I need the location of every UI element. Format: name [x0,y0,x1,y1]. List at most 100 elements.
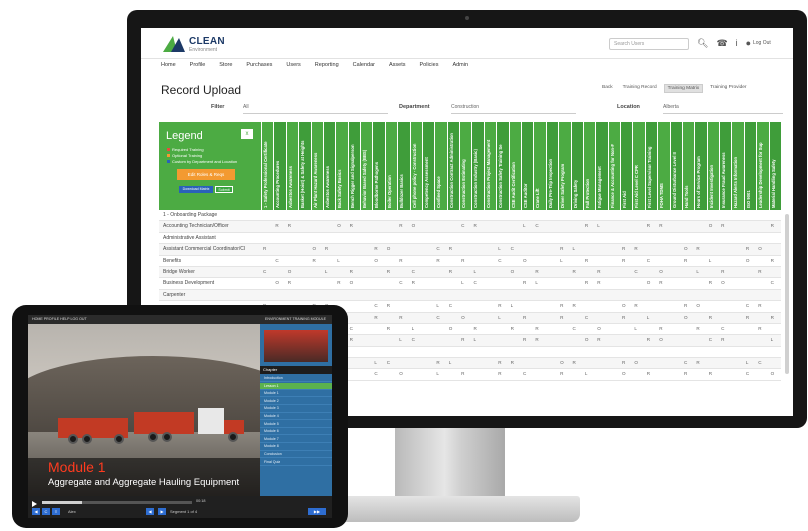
matrix-cell-mark[interactable]: O [634,360,638,365]
transcript-icon[interactable]: ≡ [52,508,60,515]
matrix-cell-mark[interactable]: O [647,280,651,285]
nav-item-assets[interactable]: Assets [389,62,406,68]
course-column-header[interactable]: Construction Industry (Basic) [471,122,484,210]
nav-item-admin[interactable]: Admin [452,62,468,68]
course-column-header[interactable]: Bloodborne Pathogens [372,122,385,210]
matrix-cell-mark[interactable]: L [449,360,452,365]
search-icon[interactable]: 🔍︎ [697,38,708,49]
matrix-cell-mark[interactable]: O [684,246,688,251]
matrix-cell-mark[interactable]: R [560,371,563,376]
course-column-header[interactable]: Behavior Based Safety (BBS) [360,122,373,210]
matrix-cell-mark[interactable]: L [473,269,476,274]
course-column-header[interactable]: First Aid Level C CPR [632,122,645,210]
chapter-item[interactable]: Final Quiz [260,459,332,466]
course-column-header[interactable]: Driver Safety Program [558,122,571,210]
matrix-cell-mark[interactable]: R [535,337,538,342]
matrix-cell-mark[interactable]: R [374,315,377,320]
matrix-cell-mark[interactable]: R [721,337,724,342]
matrix-cell-mark[interactable]: L [634,326,637,331]
matrix-cell-mark[interactable]: O [374,258,378,263]
search-input[interactable]: Search Users [609,38,689,50]
matrix-cell-mark[interactable]: R [350,337,353,342]
chapter-item[interactable]: Module 1 [260,390,332,398]
role-label[interactable]: 1 - Onboarding Package [163,212,261,218]
matrix-cell-mark[interactable]: R [523,315,526,320]
course-column-header[interactable]: Fall Protection [582,122,596,210]
matrix-cell-mark[interactable]: R [758,326,761,331]
course-column-header[interactable]: CSE Audit Certification [508,122,521,210]
matrix-cell-mark[interactable]: R [647,337,650,342]
progress-bar[interactable] [42,501,192,504]
matrix-cell-mark[interactable]: O [659,337,663,342]
nav-item-calendar[interactable]: Calendar [353,62,375,68]
matrix-cell-mark[interactable]: R [573,360,576,365]
course-column-header[interactable]: Daily Pre-Trip Inspection [545,122,559,210]
matrix-cell-mark[interactable]: R [684,303,687,308]
matrix-cell-mark[interactable]: O [758,246,762,251]
matrix-cell-mark[interactable]: L [597,223,600,228]
scrollbar[interactable] [785,214,789,374]
matrix-cell-mark[interactable]: C [461,223,464,228]
matrix-cell-mark[interactable]: L [585,371,588,376]
matrix-cell-mark[interactable]: O [709,223,713,228]
course-column-header[interactable]: Ground Disturbance Level II [669,122,682,210]
matrix-cell-mark[interactable]: C [399,280,402,285]
matrix-cell-mark[interactable]: C [721,326,724,331]
matrix-cell-mark[interactable]: R [597,280,600,285]
matrix-cell-mark[interactable]: R [374,246,377,251]
matrix-cell-mark[interactable]: R [721,269,724,274]
matrix-cell-mark[interactable]: R [659,326,662,331]
matrix-cell-mark[interactable]: R [498,371,501,376]
course-column-header[interactable]: Hours of Service Program [694,122,707,210]
logout-link[interactable]: Log Out [753,40,771,46]
course-column-header[interactable]: Bulldozer Basics [397,122,410,210]
matrix-cell-mark[interactable]: R [634,303,637,308]
matrix-cell-mark[interactable]: C [412,337,415,342]
matrix-cell-mark[interactable]: R [399,315,402,320]
matrix-cell-mark[interactable]: R [771,315,774,320]
chapter-item[interactable]: Introduction [260,375,332,383]
matrix-cell-mark[interactable]: R [709,315,712,320]
matrix-cell-mark[interactable]: C [573,326,576,331]
course-column-header[interactable]: Boiler Operation [384,122,398,210]
department-select[interactable]: Construction [451,102,576,114]
role-label[interactable]: Bridge Worker [163,269,261,275]
matrix-cell-mark[interactable]: R [337,280,340,285]
download-matrix-button[interactable]: Download Matrix [179,186,213,193]
filter-select[interactable]: All [243,102,388,114]
course-column-header[interactable]: Insurance Fraud Awareness [719,122,732,210]
matrix-cell-mark[interactable]: R [573,269,576,274]
matrix-cell-mark[interactable]: C [771,280,774,285]
location-select[interactable]: Alberta [663,102,783,114]
matrix-cell-mark[interactable]: C [684,360,687,365]
matrix-cell-mark[interactable]: L [461,280,464,285]
matrix-cell-mark[interactable]: O [511,269,515,274]
matrix-cell-mark[interactable]: O [288,269,292,274]
matrix-cell-mark[interactable]: C [412,269,415,274]
matrix-cell-mark[interactable]: R [275,223,278,228]
course-column-header[interactable]: Cell phone policy - Construction [409,122,422,210]
matrix-cell-mark[interactable]: L [498,315,501,320]
matrix-cell-mark[interactable]: O [275,280,279,285]
matrix-cell-mark[interactable]: O [659,269,663,274]
matrix-cell-mark[interactable]: O [560,360,564,365]
matrix-cell-mark[interactable]: R [659,223,662,228]
chapter-item[interactable]: Module 6 [260,428,332,436]
chapter-item[interactable]: Module 2 [260,398,332,405]
matrix-cell-mark[interactable]: R [535,269,538,274]
back-icon[interactable]: ◀ [146,508,154,515]
matrix-cell-mark[interactable]: R [387,269,390,274]
course-column-header[interactable]: Construction Estimating [459,122,472,210]
matrix-cell-mark[interactable]: O [721,280,725,285]
matrix-cell-mark[interactable]: R [622,246,625,251]
matrix-cell-mark[interactable]: L [523,223,526,228]
forward-icon[interactable]: ▶ [158,508,166,515]
course-column-header[interactable]: First Level Supervisor Training [644,122,658,210]
matrix-cell-mark[interactable]: L [325,269,328,274]
captions-icon[interactable]: C [42,508,50,515]
role-label[interactable]: Business Development [163,280,261,286]
matrix-cell-mark[interactable]: L [511,303,514,308]
matrix-cell-mark[interactable]: L [337,258,340,263]
matrix-cell-mark[interactable]: R [350,223,353,228]
matrix-cell-mark[interactable]: C [498,258,501,263]
